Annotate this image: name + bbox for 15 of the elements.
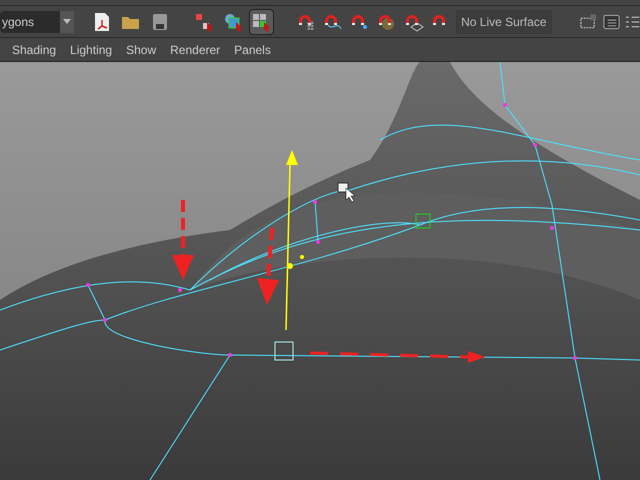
- component-select-icon: [251, 12, 272, 32]
- panel-menu-item[interactable]: Renderer: [170, 40, 220, 58]
- toolbar-button[interactable]: [249, 8, 274, 34]
- panel-menu-item[interactable]: Shading: [12, 40, 56, 58]
- panel-menu-item[interactable]: Lighting: [70, 40, 112, 58]
- document-icon: [94, 12, 110, 32]
- render-region-icon: [578, 12, 598, 30]
- mode-dropdown[interactable]: ygons: [0, 10, 74, 32]
- hierarchy-select-icon: [194, 12, 214, 32]
- live-surface-field[interactable]: No Live Surface: [456, 10, 552, 34]
- panel-menu-item[interactable]: Panels: [234, 40, 271, 58]
- panel-menu-item[interactable]: Show: [126, 40, 156, 58]
- caret-icon: [63, 19, 72, 24]
- object-select-icon: [222, 12, 243, 32]
- render-view-icon: [602, 12, 621, 30]
